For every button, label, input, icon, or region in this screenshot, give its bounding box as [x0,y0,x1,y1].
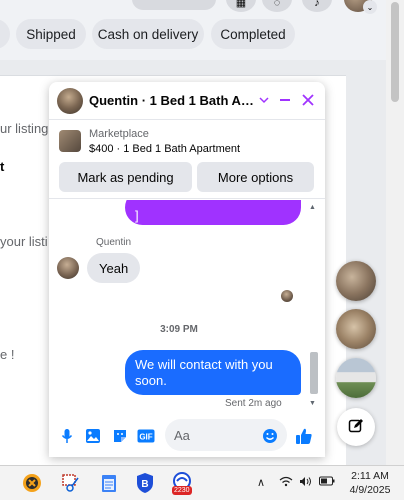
filter-chip-cash-on-delivery[interactable]: Cash on delivery [92,19,204,49]
wifi-icon[interactable] [279,476,293,490]
background-text: t [0,159,5,174]
outgoing-message[interactable]: We will contact with you soon. [125,350,301,395]
contact-avatar[interactable] [57,88,83,114]
menu-grid-icon[interactable]: ▦ [226,0,256,12]
listing-thumbnail[interactable] [59,130,81,152]
notifications-icon[interactable]: ♪ [302,0,332,12]
svg-text:GIF: GIF [139,433,152,442]
sender-avatar[interactable] [57,257,79,279]
minimize-icon[interactable] [275,90,295,110]
sender-name: Quentin [96,237,132,248]
gif-icon[interactable]: GIF [136,426,156,446]
chat-head-avatar[interactable] [336,261,376,301]
chat-head-avatar[interactable] [336,358,376,398]
more-options-button[interactable]: More options [197,162,314,192]
background-text: e ! [0,347,15,362]
chat-head-avatar[interactable] [336,309,376,349]
chevron-down-icon[interactable] [254,90,274,110]
seen-indicator-avatar [281,290,293,302]
scroll-down-arrow-icon[interactable]: ▼ [309,400,316,407]
mark-as-pending-button[interactable]: Mark as pending [59,162,192,192]
message-scrollbar[interactable]: ▲ ▼ [307,200,321,408]
page-scrollbar-thumb[interactable] [391,2,399,102]
taskbar-app-snip-icon[interactable] [59,471,83,495]
clock-date: 4/9/2025 [349,484,391,496]
taskbar: B 2230 ∧ 2:11 AM 4/9/2025 [0,465,404,500]
battery-icon[interactable] [319,476,335,489]
page-scrollbar[interactable] [386,0,404,465]
image-icon[interactable] [83,426,103,446]
filter-chip-shipped[interactable]: Shipped [16,19,86,49]
chat-title[interactable]: Quentin · 1 Bed 1 Bath Apartment [89,93,259,108]
volume-icon[interactable] [299,476,313,490]
account-chevron-icon[interactable]: ⌄ [363,0,377,14]
chat-window: Quentin · 1 Bed 1 Bath Apartment Marketp… [49,82,325,457]
compose-icon [348,418,364,437]
system-clock[interactable]: 2:11 AM 4/9/2025 [342,469,398,497]
tray-overflow-chevron-icon[interactable]: ∧ [257,476,265,489]
message-text: ] [135,208,139,223]
scroll-up-arrow-icon[interactable]: ▲ [309,204,316,211]
message-timestamp: 3:09 PM [160,324,198,335]
sticker-icon[interactable] [110,426,130,446]
chat-header[interactable]: Quentin · 1 Bed 1 Bath Apartment [49,82,325,120]
svg-text:B: B [141,479,148,490]
taskbar-app-badge-icon[interactable]: 2230 [170,471,194,495]
emoji-icon[interactable] [260,426,280,446]
mic-icon[interactable] [57,426,77,446]
app-badge-count: 2230 [172,486,192,495]
background-text: your listi [0,234,48,249]
close-icon[interactable] [298,90,318,110]
message-list[interactable]: ] Quentin Yeah 3:09 PM We will contact w… [49,200,325,408]
taskbar-app-orange-icon[interactable] [20,471,44,495]
listing-source: Marketplace [89,128,149,140]
top-nav-pill[interactable] [132,0,216,10]
background-text: ur listing [0,121,49,136]
messenger-icon[interactable]: ◌ [262,0,292,12]
listing-title[interactable]: $400 · 1 Bed 1 Bath Apartment [89,143,240,155]
filter-chip-completed[interactable]: Completed [211,19,295,49]
message-scrollbar-thumb[interactable] [310,352,318,394]
like-icon[interactable] [294,426,314,446]
taskbar-app-shield-icon[interactable]: B [133,471,157,495]
new-message-button[interactable] [337,408,375,446]
clock-time: 2:11 AM [351,470,389,482]
message-composer: GIF [49,416,325,456]
taskbar-app-notepad-icon[interactable] [97,471,121,495]
outgoing-message[interactable]: ] [125,200,301,225]
message-status: Sent 2m ago [225,398,282,408]
incoming-message[interactable]: Yeah [87,253,141,283]
